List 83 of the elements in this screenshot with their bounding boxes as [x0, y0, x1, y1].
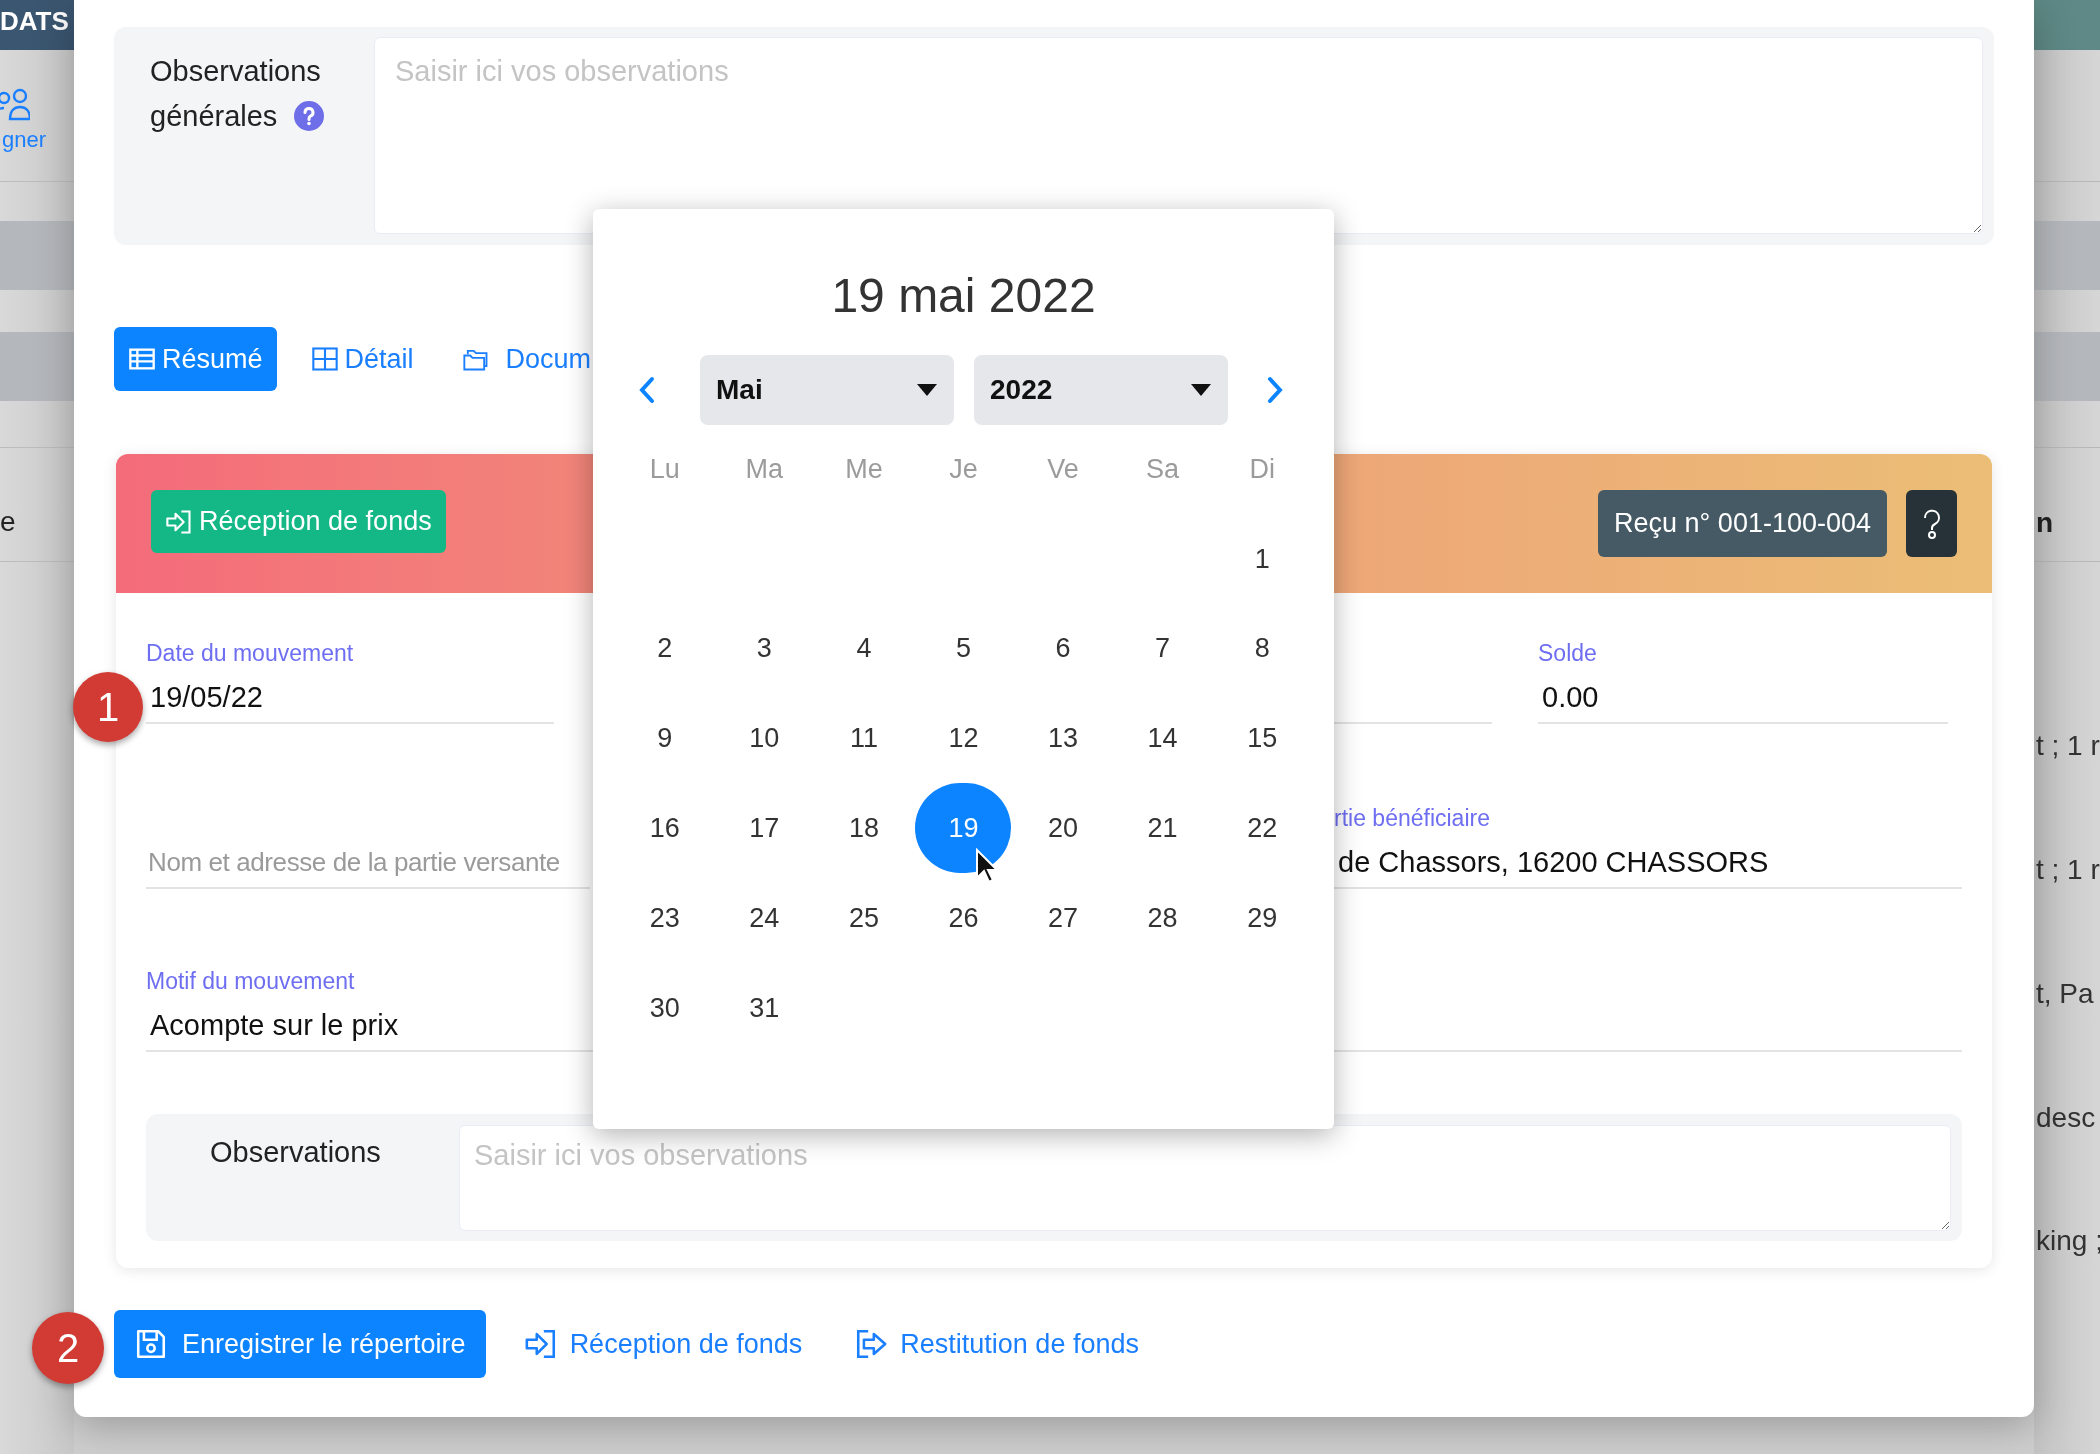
cell-text: t, Pa [2036, 977, 2094, 1011]
day-button[interactable]: 6 [1015, 603, 1112, 694]
help-icon [293, 100, 326, 132]
field-label: Observations [210, 1136, 381, 1168]
exit-icon [854, 1327, 889, 1361]
day-button[interactable]: 3 [716, 603, 813, 694]
input-field[interactable]: Nom et adresse de la partie versante [146, 837, 590, 889]
grid-icon [310, 345, 339, 373]
chevron-right-icon [1266, 376, 1284, 404]
action-link[interactable]: Réception de fonds [523, 1310, 803, 1378]
save-icon [134, 1327, 168, 1361]
day-button[interactable]: 31 [716, 962, 813, 1053]
input-field[interactable]: de Chassors, 16200 CHASSORS [1334, 837, 1962, 889]
action-link[interactable]: Restitution de fonds [854, 1310, 1139, 1378]
day-button[interactable]: 15 [1214, 693, 1311, 784]
day-button[interactable]: 23 [616, 873, 713, 964]
day-button[interactable]: 9 [616, 693, 713, 784]
day-button[interactable]: 11 [815, 693, 912, 784]
weekday-label: Je [949, 452, 978, 486]
field-label: Observations générales [150, 55, 326, 132]
receipt-button[interactable]: Reçu n° 001-100-004 [1598, 490, 1887, 557]
day-button[interactable]: 26 [915, 873, 1012, 964]
column-heading: n [2036, 506, 2054, 540]
cell-text: desc [2036, 1101, 2096, 1135]
day-button[interactable]: 1 [1214, 513, 1311, 604]
row-band [2034, 332, 2100, 401]
text-area[interactable]: Saisir ici vos observations [459, 1125, 1951, 1231]
field-label: rtie bénéficiaire [1334, 804, 1491, 833]
field-label: Date du mouvement [146, 639, 355, 668]
day-button[interactable]: 8 [1214, 603, 1311, 694]
day-button[interactable]: 22 [1214, 783, 1311, 874]
caret-down-icon [916, 383, 938, 397]
day-button[interactable]: 21 [1114, 783, 1211, 874]
row-band [2034, 221, 2100, 290]
weekday-label: Lu [649, 452, 680, 486]
caret-down-icon [1190, 383, 1212, 397]
chevron-left-icon [638, 376, 656, 404]
input-field[interactable]: 19/05/22 [146, 672, 554, 724]
weekday-label: Di [1249, 452, 1275, 486]
day-button[interactable]: 14 [1114, 693, 1211, 784]
field-label: Solde [1538, 639, 1598, 668]
month-select[interactable]: Mai [700, 355, 954, 425]
enter-icon [165, 507, 193, 536]
weekday-label: Sa [1146, 452, 1180, 486]
cell-text: e [0, 505, 16, 539]
day-button[interactable]: 13 [1015, 693, 1112, 784]
day-button[interactable]: 18 [815, 783, 912, 874]
tab[interactable]: Résumé [114, 327, 277, 391]
input-field[interactable]: 0.00 [1538, 672, 1948, 724]
people-icon [0, 87, 30, 121]
day-button[interactable]: 19 [915, 783, 1012, 874]
year-select[interactable]: 2022 [974, 355, 1228, 425]
header-text: DATS [0, 6, 69, 36]
day-button[interactable]: 4 [815, 603, 912, 694]
tab[interactable]: Détail [296, 327, 428, 391]
day-button[interactable]: 27 [1015, 873, 1112, 964]
tab[interactable]: Docum [447, 327, 592, 391]
day-button[interactable]: 10 [716, 693, 813, 784]
day-button[interactable]: 16 [616, 783, 713, 874]
day-button[interactable]: 2 [616, 603, 713, 694]
cell-text: t ; 1 r [2036, 853, 2100, 887]
day-button[interactable]: 5 [915, 603, 1012, 694]
header-bar [2034, 0, 2100, 50]
date-title: 19 mai 2022 [831, 268, 1096, 324]
day-button[interactable]: 17 [716, 783, 813, 874]
enter-icon [523, 1327, 558, 1361]
day-button[interactable]: 29 [1214, 873, 1311, 964]
weekday-label: Ma [745, 452, 784, 486]
help-button[interactable] [1906, 490, 1957, 557]
day-button[interactable]: 28 [1114, 873, 1211, 964]
weekday-label: Me [845, 452, 883, 486]
day-button[interactable]: 12 [915, 693, 1012, 784]
cell-text: t ; 1 r [2036, 729, 2100, 763]
cell-text: king ; [2036, 1224, 2100, 1258]
day-button[interactable]: 24 [716, 873, 813, 964]
field-label: Motif du mouvement [146, 967, 356, 996]
day-button[interactable]: 20 [1015, 783, 1112, 874]
save-button[interactable]: Enregistrer le répertoire [114, 1310, 486, 1378]
text-area[interactable]: Saisir ici vos observations [374, 37, 1983, 234]
weekday-label: Ve [1047, 452, 1079, 486]
day-button[interactable]: 25 [815, 873, 912, 964]
day-button[interactable]: 30 [616, 962, 713, 1053]
day-button[interactable]: 7 [1114, 603, 1211, 694]
